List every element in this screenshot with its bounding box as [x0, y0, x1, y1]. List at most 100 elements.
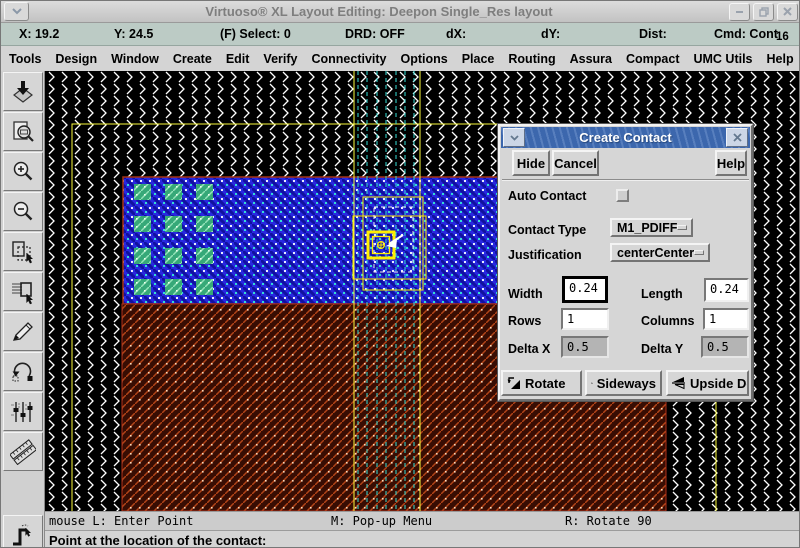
auto-contact-label: Auto Contact	[508, 189, 587, 203]
cancel-button[interactable]: Cancel	[552, 150, 599, 176]
columns-field[interactable]: 1	[703, 308, 749, 330]
status-x: X: 19.2	[19, 27, 60, 41]
rotate-button[interactable]	[3, 352, 43, 391]
upside-down-action-button[interactable]: Upside Down	[666, 370, 749, 396]
copy-icon	[12, 240, 33, 263]
dialog-title: Create Contact	[579, 130, 672, 145]
delta-x-field: 0.5	[561, 336, 609, 358]
rulers-icon	[10, 438, 36, 465]
menu-create[interactable]: Create	[173, 52, 212, 66]
status-y: Y: 24.5	[114, 27, 154, 41]
columns-label: Columns	[641, 314, 695, 328]
contact-type-label: Contact Type	[508, 223, 587, 237]
justification-dropdown[interactable]: centerCenter	[610, 243, 710, 262]
pencil-icon	[12, 321, 33, 341]
prompt-text: Point at the location of the contact:	[49, 533, 267, 548]
rotate-action-label: Rotate	[525, 375, 566, 391]
menu-verify[interactable]: Verify	[263, 52, 297, 66]
rulers-button[interactable]	[3, 432, 43, 471]
maximize-icon	[758, 6, 769, 17]
menu-routing[interactable]: Routing	[508, 52, 555, 66]
menu-window[interactable]: Window	[111, 52, 159, 66]
fit-view-icon	[13, 120, 34, 142]
zoom-out-button[interactable]	[3, 192, 43, 231]
stretch-icon	[12, 281, 33, 304]
sideways-action-button[interactable]: Sideways	[585, 370, 662, 396]
rotate-action-button[interactable]: Rotate	[501, 370, 582, 396]
rotate-icon	[12, 362, 33, 381]
status-dy: dY:	[541, 27, 561, 41]
path-button[interactable]	[3, 515, 43, 547]
rows-field[interactable]: 1	[561, 308, 609, 330]
maximize-button[interactable]	[753, 2, 774, 21]
zoom-out-icon	[13, 201, 33, 220]
create-contact-dialog: Create Contact Hide Cancel Help Auto Con…	[498, 124, 753, 401]
window-titlebar[interactable]: Virtuoso® XL Layout Editing: Deepon Sing…	[1, 1, 799, 23]
close-button[interactable]	[777, 2, 798, 21]
option-menu-indicator	[694, 249, 704, 255]
justification-label: Justification	[508, 248, 582, 262]
close-icon	[783, 7, 792, 16]
auto-contact-checkbox[interactable]	[616, 189, 629, 202]
dialog-close-button[interactable]	[726, 128, 748, 147]
sideways-action-label: Sideways	[596, 375, 656, 391]
zoom-in-button[interactable]	[3, 152, 43, 191]
delta-x-label: Delta X	[508, 342, 551, 356]
delta-y-label: Delta Y	[641, 342, 684, 356]
menu-umc-utils[interactable]: UMC Utils	[693, 52, 752, 66]
width-label: Width	[508, 287, 543, 301]
status-drd: DRD: OFF	[345, 27, 405, 41]
properties-icon	[11, 401, 33, 422]
descend-button[interactable]	[3, 72, 43, 111]
copy-button[interactable]	[3, 232, 43, 271]
minimize-button[interactable]	[729, 2, 750, 21]
justification-value: centerCenter	[617, 245, 695, 260]
menu-edit[interactable]: Edit	[226, 52, 250, 66]
menu-design[interactable]: Design	[55, 52, 97, 66]
menu-connectivity[interactable]: Connectivity	[311, 52, 386, 66]
upside-down-action-icon	[672, 377, 685, 390]
properties-button[interactable]	[3, 392, 43, 431]
status-count: 16	[776, 31, 789, 43]
dialog-titlebar[interactable]: Create Contact	[501, 127, 750, 148]
descend-icon	[13, 80, 33, 103]
close-icon	[732, 133, 742, 142]
status-cmd: Cmd: Cont	[714, 27, 778, 41]
contact-type-dropdown[interactable]: M1_PDIFF	[610, 218, 693, 237]
menu-options[interactable]: Options	[401, 52, 448, 66]
menu-compact[interactable]: Compact	[626, 52, 679, 66]
upside-down-action-label: Upside Down	[690, 375, 747, 391]
width-field[interactable]: 0.24	[562, 276, 608, 303]
help-button[interactable]: Help	[715, 150, 747, 176]
minimize-icon	[736, 11, 743, 13]
mouse-right-binding: R: Rotate 90	[565, 514, 652, 528]
menu-help[interactable]: Help	[767, 52, 794, 66]
menu-assura[interactable]: Assura	[570, 52, 612, 66]
window-title: Virtuoso® XL Layout Editing: Deepon Sing…	[205, 4, 553, 19]
window-menu-button[interactable]	[4, 2, 29, 21]
length-field[interactable]: 0.24	[704, 278, 749, 302]
menu-bar: Tools Design Window Create Edit Verify C…	[1, 46, 799, 71]
chevron-down-icon	[509, 134, 519, 141]
virtuoso-window: Virtuoso® XL Layout Editing: Deepon Sing…	[0, 0, 800, 548]
path-icon	[13, 524, 31, 545]
length-label: Length	[641, 287, 683, 301]
mouse-middle-binding: M: Pop-up Menu	[331, 514, 433, 528]
menu-tools[interactable]: Tools	[9, 52, 41, 66]
mouse-bindings-bar: mouse L: Enter Point M: Pop-up Menu R: R…	[45, 511, 799, 530]
status-bar: X: 19.2 Y: 24.5 (F) Select: 0 DRD: OFF d…	[1, 23, 799, 46]
dialog-menu-button[interactable]	[503, 128, 525, 147]
fit-view-button[interactable]	[3, 112, 43, 151]
mouse-left-binding: mouse L: Enter Point	[49, 514, 194, 528]
prompt-bar: Point at the location of the contact:	[45, 530, 799, 548]
sideways-action-icon	[591, 382, 593, 384]
rotate-action-icon	[507, 377, 520, 389]
menu-place[interactable]: Place	[462, 52, 495, 66]
pencil-button[interactable]	[3, 312, 43, 351]
dialog-separator	[502, 179, 749, 181]
stretch-button[interactable]	[3, 272, 43, 311]
chevron-down-icon	[11, 8, 22, 15]
status-dist: Dist:	[639, 27, 667, 41]
hide-button[interactable]: Hide	[512, 150, 550, 176]
option-menu-indicator	[677, 224, 687, 230]
